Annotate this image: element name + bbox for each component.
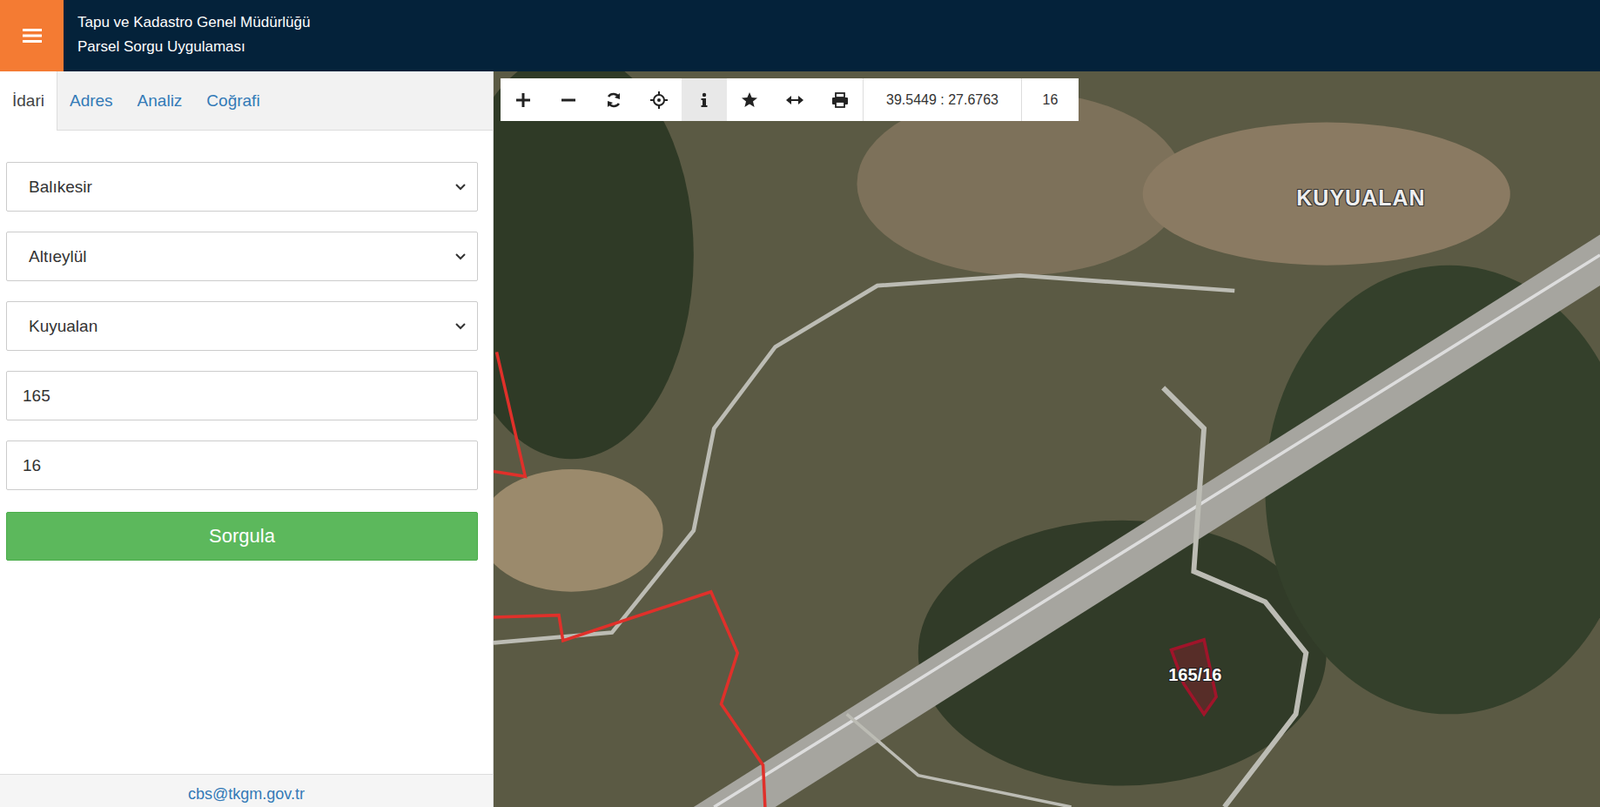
parcel-label: 165/16: [1168, 664, 1222, 685]
menu-button[interactable]: [0, 0, 64, 72]
chevron-down-icon: [454, 182, 467, 192]
zoom-level: 16: [1021, 78, 1079, 122]
print-icon: [831, 91, 849, 109]
zoom-in-icon: [514, 91, 532, 109]
tabs: İdariAdresAnalizCoğrafi: [0, 71, 493, 131]
print-button[interactable]: [817, 78, 863, 122]
chevron-down-icon: [454, 322, 467, 331]
tab[interactable]: Coğrafi: [194, 71, 272, 130]
subtitle: Parsel Sorgu Uygulaması: [77, 34, 310, 60]
hamburger-icon: [22, 27, 42, 44]
tab[interactable]: İdari: [0, 71, 58, 131]
info-button[interactable]: [681, 78, 727, 122]
text-input[interactable]: [6, 440, 478, 491]
measure-icon: [786, 91, 804, 109]
tab[interactable]: Adres: [57, 71, 126, 130]
query-form: Balıkesir Altıeylül Kuyualan Sorgula: [0, 130, 493, 561]
app-title: Tapu ve Kadastro Genel MüdürlüğüParsel S…: [63, 0, 310, 72]
info-icon: [695, 91, 713, 109]
refresh-button[interactable]: [591, 78, 637, 122]
favorite-button[interactable]: [726, 78, 773, 122]
measure-button[interactable]: [772, 78, 818, 122]
place-label: KUYUALAN: [1296, 185, 1426, 211]
header: Tapu ve Kadastro Genel MüdürlüğüParsel S…: [0, 0, 1600, 72]
page: Tapu ve Kadastro Genel MüdürlüğüParsel S…: [0, 0, 1600, 807]
select[interactable]: Altıeylül: [6, 231, 478, 282]
footer: cbs@tkgm.gov.tr: [0, 773, 493, 807]
locate-icon: [650, 91, 668, 109]
body: İdariAdresAnalizCoğrafi Balıkesir Altıeylü…: [0, 71, 1600, 807]
favorite-icon: [740, 91, 759, 109]
map[interactable]: 39.5449 : 27.676316 KUYUALAN 165/16: [493, 71, 1600, 807]
title: Tapu ve Kadastro Genel Müdürlüğü: [77, 10, 310, 35]
satellite-imagery: [493, 71, 1600, 807]
zoom-in-button[interactable]: [500, 78, 546, 122]
zoom-out-icon: [559, 91, 578, 109]
select[interactable]: Kuyualan: [6, 301, 478, 351]
email-link[interactable]: cbs@tkgm.gov.tr: [188, 785, 305, 807]
chevron-down-icon: [454, 252, 467, 262]
sidebar: İdariAdresAnalizCoğrafi Balıkesir Altıeylü…: [0, 71, 494, 807]
coordinates: 39.5449 : 27.6763: [862, 78, 1022, 122]
zoom-out-button[interactable]: [545, 78, 592, 122]
locate-button[interactable]: [636, 78, 682, 122]
map-toolbar: 39.5449 : 27.676316: [500, 78, 1079, 122]
refresh-icon: [605, 91, 623, 109]
select[interactable]: Balıkesir: [6, 161, 478, 212]
tab[interactable]: Analiz: [125, 71, 195, 130]
query-button[interactable]: Sorgula: [6, 511, 478, 561]
text-input[interactable]: [6, 370, 478, 421]
